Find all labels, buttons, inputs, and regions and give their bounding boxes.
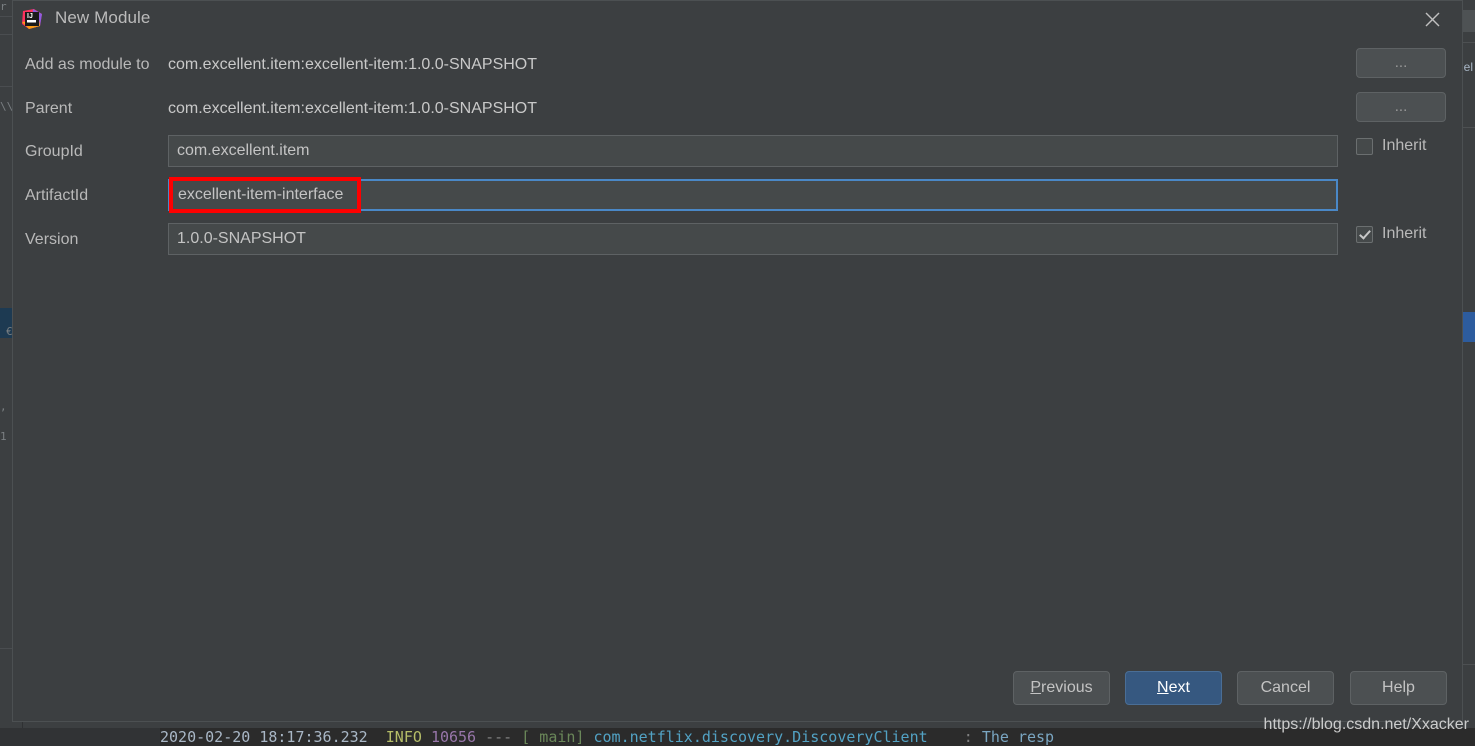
console-separator: --- [485, 728, 513, 746]
watermark-text: https://blog.csdn.net/Xxacker [1263, 716, 1469, 733]
inherit-version-label: Inherit [1382, 225, 1427, 242]
console-message: The resp [981, 728, 1055, 746]
browse-button-parent[interactable]: ... [1356, 92, 1446, 122]
console-gutter [0, 728, 160, 746]
intellij-idea-icon: IJ [21, 8, 43, 30]
previous-mnemonic: P [1030, 679, 1042, 696]
form-row-parent: Parent com.excellent.item:excellent-item… [13, 92, 1462, 126]
form-row-version: Version Inherit [13, 223, 1462, 257]
label-artifactid: ArtifactId [25, 187, 89, 204]
dialog-title-text: New Module [55, 8, 151, 27]
form-row-add-as-module-to: Add as module to com.excellent.item:exce… [13, 48, 1462, 82]
console-colon: : [963, 728, 973, 746]
label-add-as-module-to: Add as module to [25, 56, 150, 73]
inherit-version-checkbox[interactable]: Inherit [1356, 225, 1426, 243]
svg-text:IJ: IJ [27, 13, 33, 20]
form-row-artifactid: ArtifactId [13, 179, 1462, 213]
inherit-groupid-label: Inherit [1382, 137, 1427, 154]
dialog-title-bar: IJ New Module [13, 1, 1462, 38]
checkbox-icon[interactable] [1356, 137, 1373, 155]
module-form: Add as module to com.excellent.item:exce… [13, 38, 1462, 683]
value-add-as-module-to: com.excellent.item:excellent-item:1.0.0-… [168, 56, 538, 73]
cancel-button[interactable]: Cancel [1237, 671, 1334, 705]
close-icon[interactable] [1410, 4, 1454, 34]
previous-button[interactable]: Previous [1013, 671, 1110, 705]
next-mnemonic: N [1157, 679, 1169, 696]
console-level: INFO [385, 728, 422, 746]
help-button[interactable]: Help [1350, 671, 1447, 705]
inherit-groupid-checkbox[interactable]: Inherit [1356, 137, 1426, 155]
ide-glyph: 1 [0, 430, 7, 443]
next-label-rest: ext [1168, 679, 1190, 696]
console-output-line: 2020-02-20 18:17:36.232 INFO 10656 --- [… [0, 728, 1475, 746]
dialog-footer: Previous Next Cancel Help [13, 659, 1462, 721]
version-input[interactable] [168, 223, 1338, 255]
console-thread: [ main] [521, 728, 585, 746]
checkbox-checked-icon[interactable] [1356, 225, 1373, 243]
console-pid: 10656 [430, 728, 477, 746]
console-logger: com.netflix.discovery.DiscoveryClient [593, 728, 928, 746]
artifactid-input[interactable] [168, 179, 1338, 211]
label-groupid: GroupId [25, 143, 83, 160]
browse-button-add-as-module-to[interactable]: ... [1356, 48, 1446, 78]
label-parent: Parent [25, 100, 73, 117]
ide-right-label: el [1463, 60, 1473, 74]
console-timestamp: 2020-02-20 18:17:36.232 [160, 728, 368, 746]
label-version: Version [25, 231, 79, 248]
ide-glyph: r [0, 0, 7, 13]
previous-label-rest: revious [1041, 679, 1093, 696]
value-parent: com.excellent.item:excellent-item:1.0.0-… [168, 100, 538, 117]
ide-glyph: , [0, 400, 7, 413]
ide-right-tab[interactable] [1461, 10, 1475, 32]
next-button[interactable]: Next [1125, 671, 1222, 705]
new-module-dialog: IJ New Module Add as module to com.excel… [12, 0, 1463, 722]
groupid-input[interactable] [168, 135, 1338, 167]
form-row-groupid: GroupId Inherit [13, 135, 1462, 169]
